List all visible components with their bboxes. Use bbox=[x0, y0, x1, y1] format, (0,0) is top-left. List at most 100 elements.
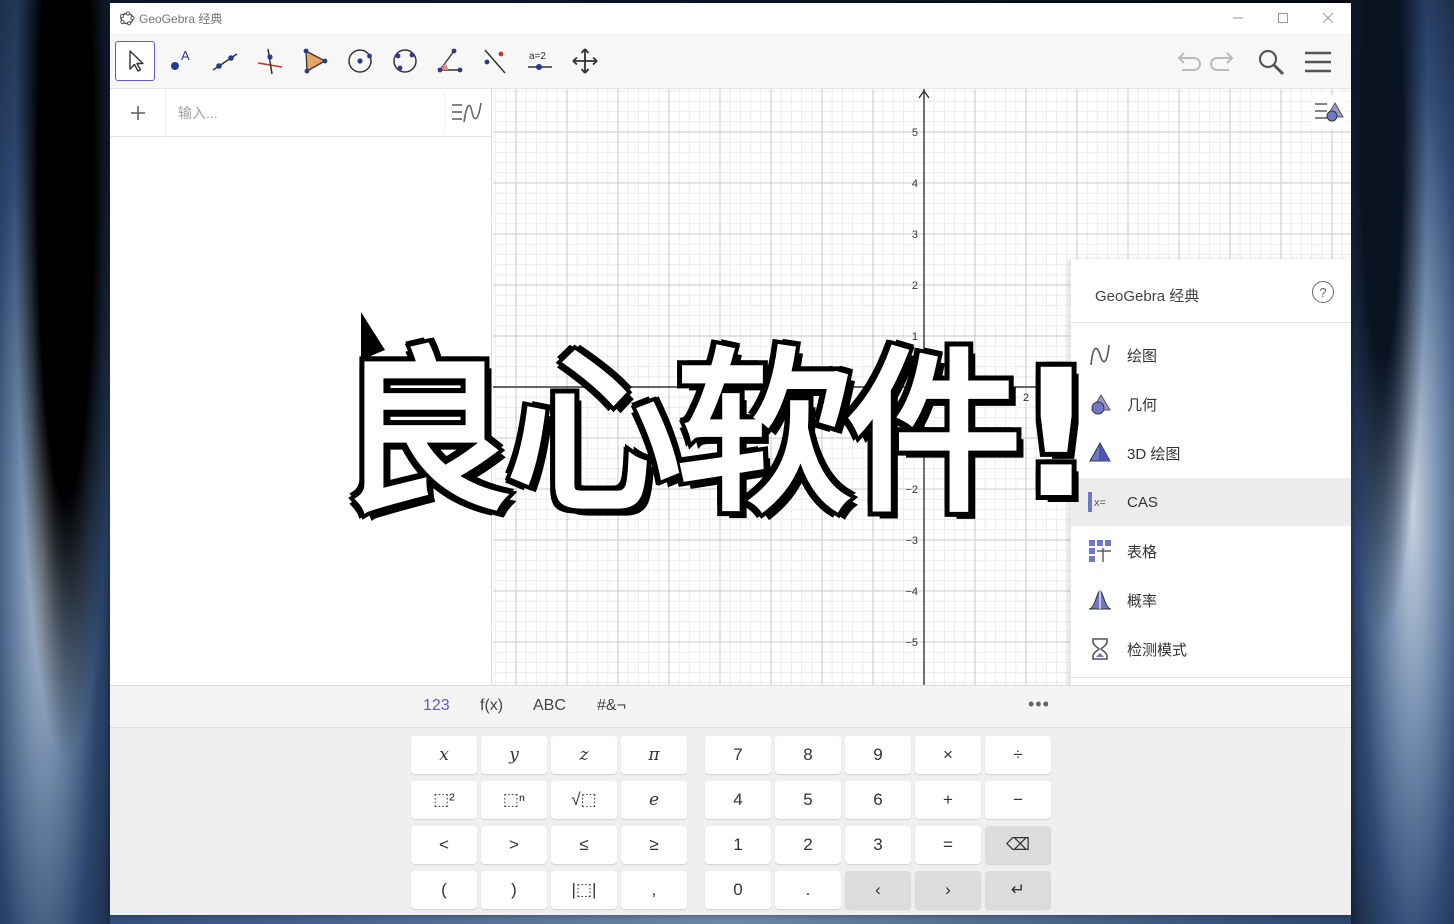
close-button[interactable] bbox=[1305, 3, 1350, 33]
redo-icon bbox=[1210, 52, 1234, 71]
add-item-button[interactable] bbox=[110, 89, 166, 137]
keyboard-tab-symbols[interactable]: #&¬ bbox=[597, 697, 626, 715]
key-0-1[interactable]: y bbox=[481, 736, 547, 774]
key-1-0[interactable]: ⬚² bbox=[411, 781, 477, 819]
desktop-background-bottom bbox=[110, 915, 1351, 924]
key-num-0-2[interactable]: 9 bbox=[845, 736, 911, 774]
y-tick-label: 5 bbox=[912, 127, 918, 139]
key-1-2[interactable]: √⬚ bbox=[551, 781, 617, 819]
key-num-1-1[interactable]: 5 bbox=[775, 781, 841, 819]
key-num-2-3[interactable]: = bbox=[915, 826, 981, 864]
move-tool-button[interactable] bbox=[115, 41, 155, 81]
desktop-background-left bbox=[0, 0, 110, 924]
perspectives-divider bbox=[1071, 677, 1351, 678]
perpendicular-tool-button[interactable] bbox=[250, 41, 290, 81]
keyboard-tab-letters[interactable]: ABC bbox=[533, 697, 566, 715]
key-num-1-0[interactable]: 4 bbox=[705, 781, 771, 819]
key-num-0-0[interactable]: 7 bbox=[705, 736, 771, 774]
y-tick-label: 2 bbox=[912, 280, 918, 292]
key-0-0[interactable]: x bbox=[411, 736, 477, 774]
key-num-0-4[interactable]: ÷ bbox=[985, 736, 1051, 774]
keyboard-tab-numbers[interactable]: 123 bbox=[423, 697, 450, 715]
key-num-3-0[interactable]: 0 bbox=[705, 871, 771, 909]
plus-icon bbox=[130, 106, 145, 120]
key-num-3-3[interactable]: › bbox=[915, 871, 981, 909]
key-0-2[interactable]: z bbox=[551, 736, 617, 774]
key-2-0[interactable]: < bbox=[411, 826, 477, 864]
help-icon[interactable]: ? bbox=[1312, 281, 1334, 303]
algebra-input[interactable] bbox=[178, 103, 428, 123]
perspective-exam-mode[interactable]: 检测模式 bbox=[1071, 625, 1351, 673]
perspective-probability[interactable]: 概率 bbox=[1071, 576, 1351, 624]
svg-text:a=2: a=2 bbox=[529, 51, 546, 62]
move-arrows-icon bbox=[572, 48, 598, 74]
overlay-caption: 良心软件! bbox=[332, 328, 1100, 541]
slider-tool-button[interactable]: a=2 bbox=[520, 41, 560, 81]
key-3-3[interactable]: , bbox=[621, 871, 687, 909]
y-tick-label: 4 bbox=[912, 178, 918, 190]
y-tick-label: 3 bbox=[912, 229, 918, 241]
circle-three-points-tool-button[interactable] bbox=[385, 41, 425, 81]
redo-button[interactable] bbox=[1207, 45, 1241, 79]
probability-icon bbox=[1087, 587, 1113, 613]
algebra-style-button[interactable] bbox=[444, 93, 488, 133]
algebra-input-row bbox=[110, 89, 492, 137]
key-2-1[interactable]: > bbox=[481, 826, 547, 864]
key-3-2[interactable]: |⬚| bbox=[551, 871, 617, 909]
arrow-cursor-icon bbox=[129, 50, 144, 72]
reflect-tool-button[interactable] bbox=[475, 41, 515, 81]
key-num-2-2[interactable]: 3 bbox=[845, 826, 911, 864]
perspectives-title: GeoGebra 经典 bbox=[1095, 288, 1200, 305]
key-0-3[interactable]: π bbox=[621, 736, 687, 774]
graphics-style-button[interactable] bbox=[1311, 95, 1347, 129]
key-num-0-3[interactable]: × bbox=[915, 736, 981, 774]
line-tool-button[interactable] bbox=[205, 41, 245, 81]
key-num-2-0[interactable]: 1 bbox=[705, 826, 771, 864]
title-bar: GeoGebra 经典 bbox=[110, 3, 1351, 33]
key-1-1[interactable]: ⬚ⁿ bbox=[481, 781, 547, 819]
search-button[interactable] bbox=[1254, 45, 1288, 79]
point-icon: A bbox=[171, 48, 190, 70]
keyboard-more-button[interactable]: ••• bbox=[1028, 694, 1050, 715]
key-num-1-4[interactable]: − bbox=[985, 781, 1051, 819]
key-num-0-1[interactable]: 8 bbox=[775, 736, 841, 774]
spreadsheet-icon bbox=[1087, 538, 1113, 564]
move-graphics-tool-button[interactable] bbox=[565, 41, 605, 81]
y-tick-label: −4 bbox=[905, 586, 918, 598]
search-icon bbox=[1258, 49, 1285, 76]
key-2-3[interactable]: ≥ bbox=[621, 826, 687, 864]
main-menu-button[interactable] bbox=[1301, 45, 1335, 79]
key-num-3-2[interactable]: ‹ bbox=[845, 871, 911, 909]
virtual-keyboard: 123 f(x) ABC #&¬ ••• x y z π ⬚² ⬚ⁿ √⬚ e < > ≤ ≥ () |⬚… bbox=[110, 685, 1351, 915]
keyboard-tab-functions[interactable]: f(x) bbox=[480, 697, 503, 715]
minimize-button[interactable] bbox=[1215, 3, 1260, 33]
key-3-1[interactable]: ) bbox=[481, 871, 547, 909]
exam-mode-icon bbox=[1087, 636, 1113, 662]
angle-icon bbox=[437, 48, 463, 73]
key-num-1-3[interactable]: + bbox=[915, 781, 981, 819]
key-2-2[interactable]: ≤ bbox=[551, 826, 617, 864]
geogebra-logo-icon bbox=[119, 10, 135, 26]
toolbar: A a=2 bbox=[110, 33, 1351, 89]
maximize-button[interactable] bbox=[1260, 3, 1305, 33]
perpendicular-line-icon bbox=[257, 48, 283, 75]
key-num-3-4[interactable]: ↵ bbox=[985, 871, 1051, 909]
key-3-0[interactable]: ( bbox=[411, 871, 477, 909]
angle-tool-button[interactable] bbox=[430, 41, 470, 81]
key-num-3-1[interactable]: . bbox=[775, 871, 841, 909]
algebra-style-icon bbox=[451, 102, 482, 123]
polygon-tool-button[interactable] bbox=[295, 41, 335, 81]
point-tool-button[interactable]: A bbox=[160, 41, 200, 81]
key-num-2-1[interactable]: 2 bbox=[775, 826, 841, 864]
key-num-1-2[interactable]: 6 bbox=[845, 781, 911, 819]
undo-icon bbox=[1177, 52, 1201, 71]
perspectives-header: GeoGebra 经典 ? bbox=[1071, 259, 1351, 323]
hamburger-menu-icon bbox=[1305, 51, 1331, 73]
keyboard-tabs: 123 f(x) ABC #&¬ ••• bbox=[110, 686, 1351, 728]
key-num-2-4[interactable]: ⌫ bbox=[985, 826, 1051, 864]
undo-button[interactable] bbox=[1170, 45, 1204, 79]
key-1-3[interactable]: e bbox=[621, 781, 687, 819]
circle-center-tool-button[interactable] bbox=[340, 41, 380, 81]
polygon-icon bbox=[303, 48, 328, 74]
circle-three-points-icon bbox=[393, 49, 417, 73]
